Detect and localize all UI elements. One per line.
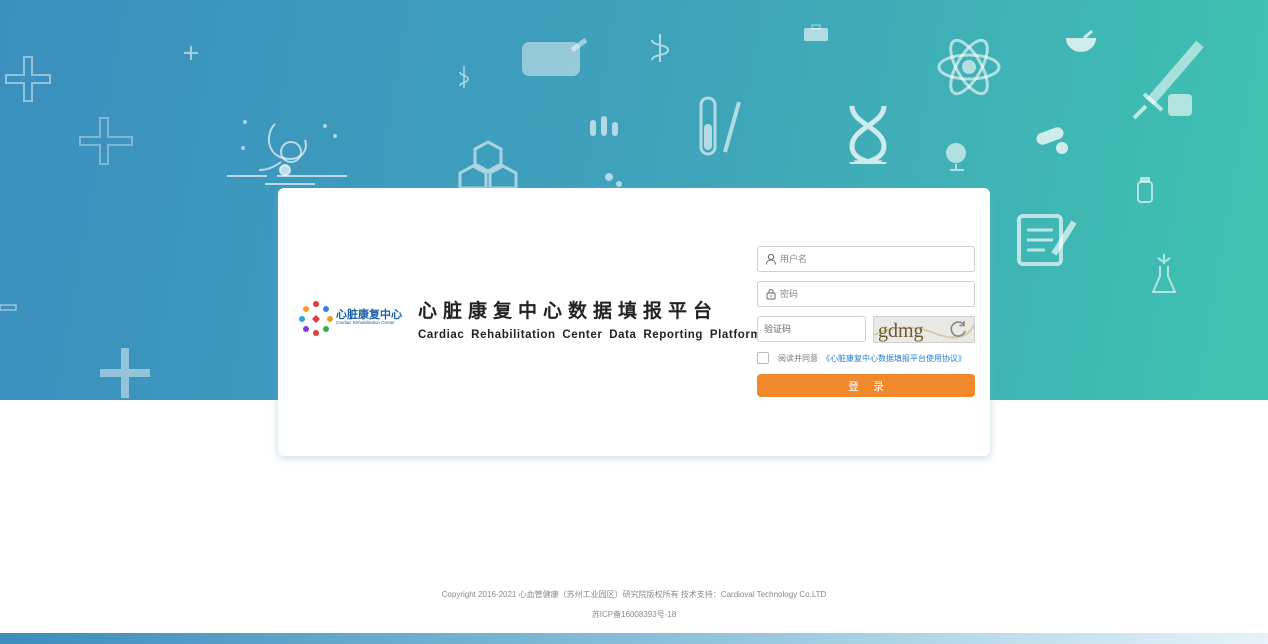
icp-text: 苏ICP备16008393号-18 [591, 610, 677, 619]
plus-icon [100, 348, 150, 398]
username-field[interactable] [757, 246, 975, 272]
plus-icon [5, 56, 51, 102]
plus-icon [184, 46, 198, 60]
test-tubes-icon [699, 96, 741, 156]
copyright-text: Copyright 2016-2021 心血管健康（苏州工业园区）研究院版权所有… [441, 590, 827, 599]
captcha-text: gdmg [878, 320, 924, 342]
page-title: 心脏康复中心数据填报平台 [418, 301, 719, 322]
globe-icon [946, 143, 966, 171]
dna-icon [849, 105, 887, 164]
first-aid-kit-icon [804, 24, 828, 41]
capsule-icon [1036, 127, 1068, 154]
bottom-bar [0, 633, 1268, 644]
plus-icon [79, 117, 133, 165]
page-subtitle: Cardiac Rehabilitation Center Data Repor… [418, 329, 762, 341]
brand-logo: 心脏康复中心 Cardiac Rehabilitation Center [298, 298, 410, 338]
pill-bottle-icon [1137, 177, 1153, 203]
agreement-link[interactable]: 《心脏康复中心数据填报平台使用协议》 [822, 353, 966, 364]
user-icon [766, 253, 776, 265]
syringe-icon [1132, 40, 1204, 120]
captcha-input[interactable] [764, 317, 859, 341]
stethoscope-icon [227, 120, 347, 185]
captcha-field[interactable] [757, 316, 866, 342]
caduceus-icon [459, 66, 469, 88]
caduceus-icon [651, 34, 670, 62]
login-button[interactable]: 登录 [757, 374, 975, 397]
refresh-icon[interactable] [948, 318, 970, 340]
agree-label: 阅读并同意 [778, 354, 818, 363]
lock-icon [766, 289, 776, 300]
atom-icon [937, 38, 1001, 96]
logo-mark-icon [299, 301, 333, 336]
username-input[interactable] [780, 247, 968, 271]
clipboard-icon [1017, 214, 1077, 266]
capsule-icon [605, 173, 622, 187]
password-input[interactable] [780, 282, 968, 306]
logo-text-en: Cardiac Rehabilitation Center [336, 320, 395, 325]
bowl-icon [1066, 30, 1096, 52]
first-aid-kit-icon [522, 38, 588, 76]
agree-checkbox[interactable] [757, 352, 769, 364]
flask-icon [1151, 254, 1177, 293]
password-field[interactable] [757, 281, 975, 307]
plus-icon [0, 304, 17, 311]
test-tubes-icon [590, 116, 618, 136]
molecule-icon [458, 140, 518, 190]
